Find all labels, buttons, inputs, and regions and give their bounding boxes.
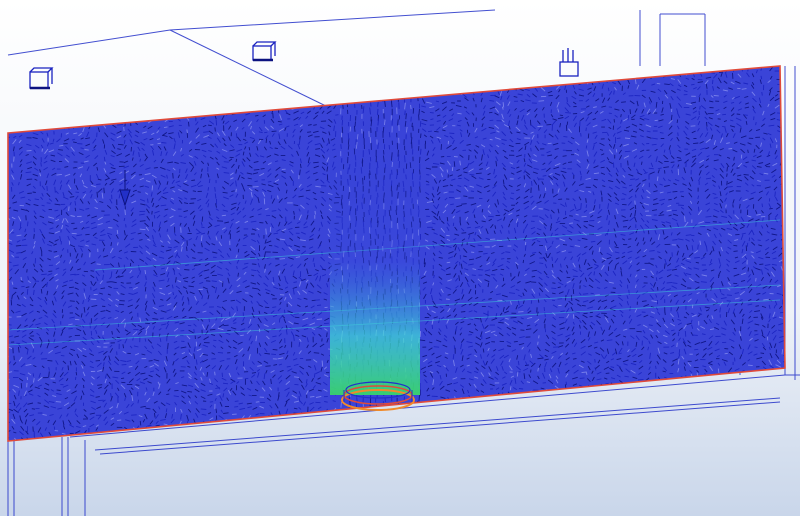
plume-column — [330, 95, 420, 395]
flow-field-scene[interactable] — [0, 0, 800, 516]
cfd-viewport[interactable] — [0, 0, 800, 516]
